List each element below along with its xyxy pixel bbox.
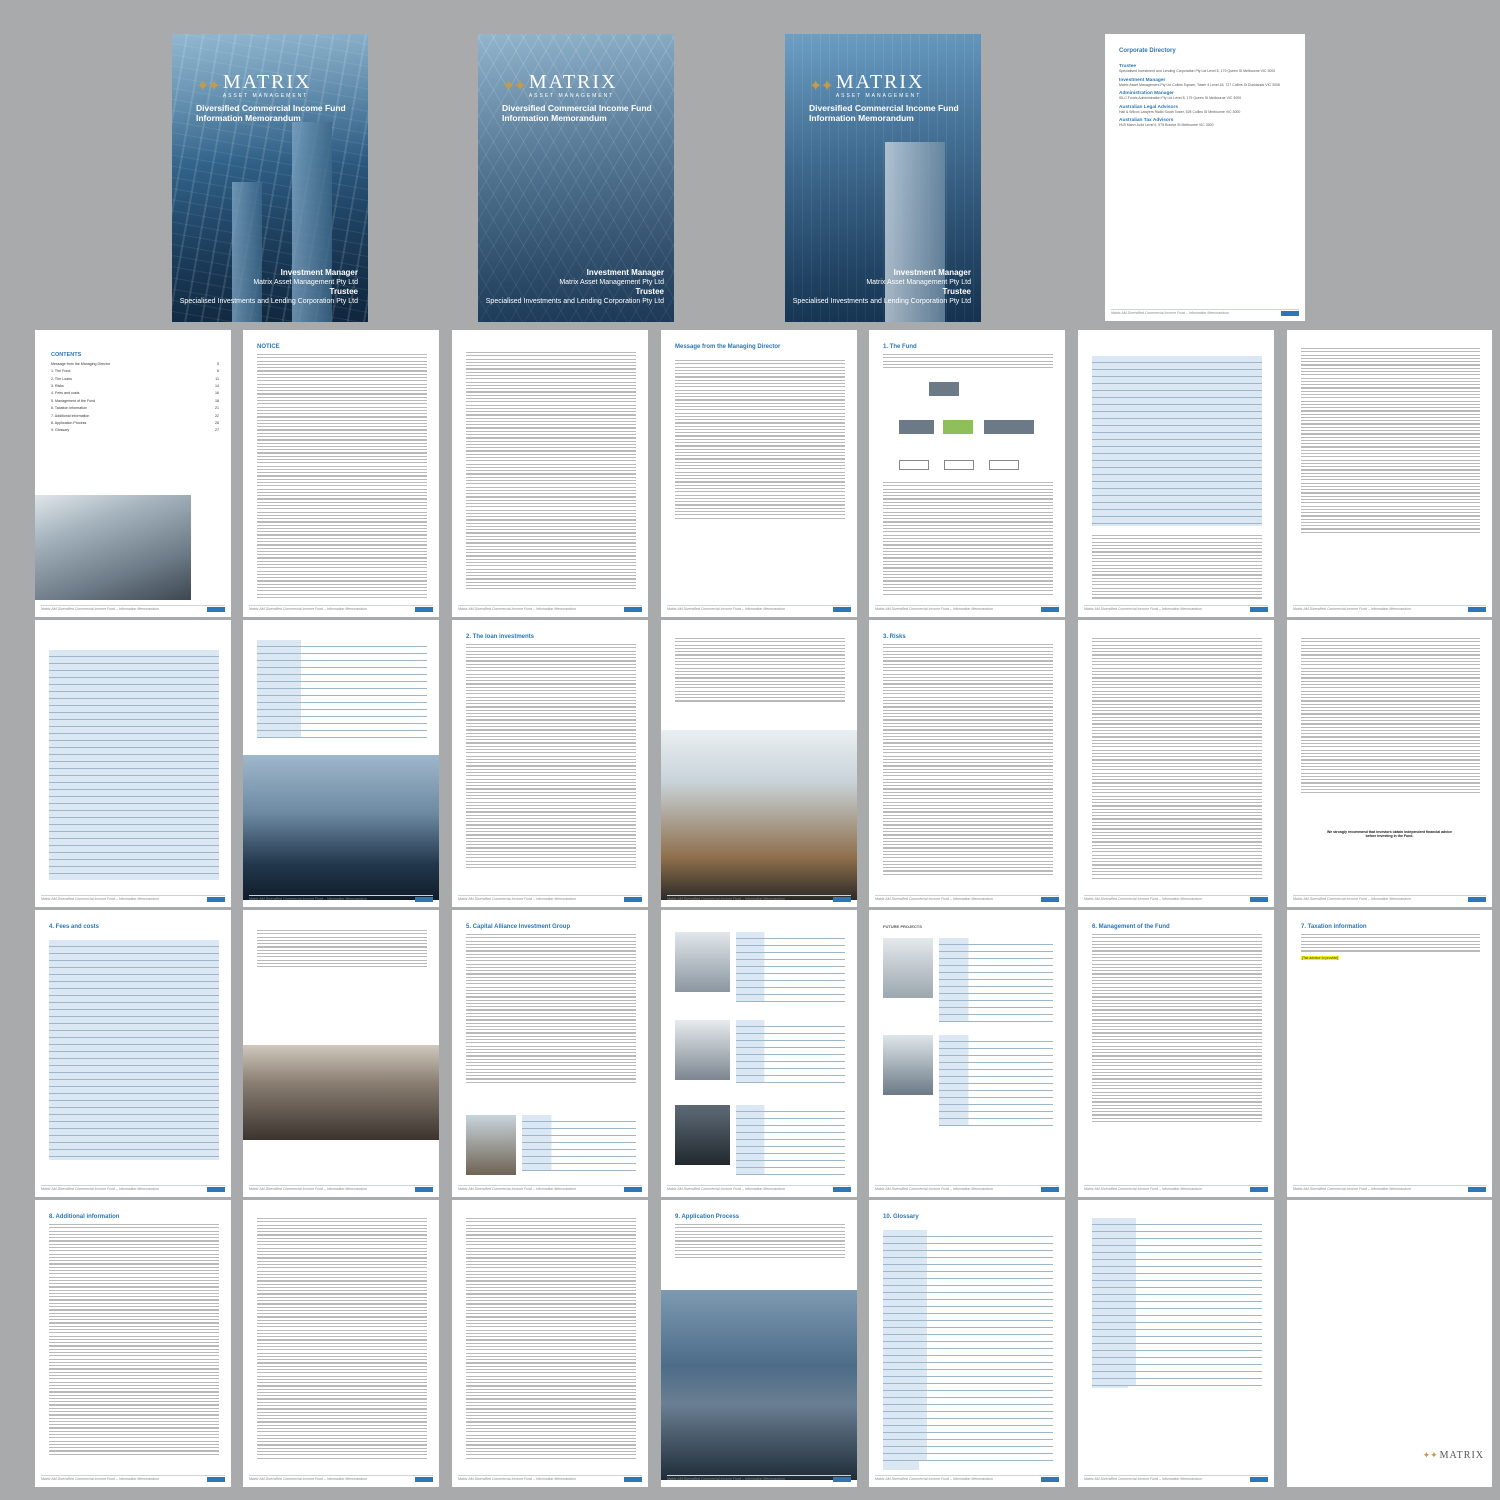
taxation-page: 7. Taxation information [Tax advisor to … xyxy=(1287,910,1492,1197)
fees-page: 4. Fees and costs Matrix AM Diversified … xyxy=(35,910,231,1197)
message-page: Message from the Managing Director Matri… xyxy=(661,330,857,617)
fees-page-2: Matrix AM Diversified Commercial Income … xyxy=(243,910,439,1197)
fund-units-page: Matrix AM Diversified Commercial Income … xyxy=(1078,330,1274,617)
directory-list: Trustee Specialised Investment and Lendin… xyxy=(1119,64,1280,128)
page-title: 4. Fees and costs xyxy=(49,924,100,930)
corporate-directory-page: Corporate Directory Trustee Specialised I… xyxy=(1105,34,1305,321)
logo-mark-icon: ✦✦ xyxy=(196,76,221,95)
page-title: 2. The loan investments xyxy=(466,634,535,640)
page-title: 5. Capital Alliance Investment Group xyxy=(466,924,571,930)
cover-footer: Investment Manager Matrix Asset Managemen… xyxy=(485,268,664,305)
back-cover-page: ✦✦ MATRIX xyxy=(1287,1200,1492,1487)
cover-title: Diversified Commercial Income Fund Infor… xyxy=(502,103,652,123)
management-page: 6. Management of the Fund Matrix AM Dive… xyxy=(1078,910,1274,1197)
cover-page-3: ✦✦ MATRIX ASSET MANAGEMENT Diversified Co… xyxy=(785,34,981,322)
page-title: 8. Additional information xyxy=(49,1214,120,1220)
page-title: 10. Glossary xyxy=(883,1214,919,1220)
tax-advisor-highlight: [Tax advisor to provide] xyxy=(1301,956,1339,960)
page-title: 1. The Fund xyxy=(883,344,917,350)
loans-page: 2. The loan investments Matrix AM Divers… xyxy=(452,620,648,907)
matrix-logo: ✦✦ MATRIX xyxy=(1422,1450,1484,1461)
page-title: 3. Risks xyxy=(883,634,906,640)
page-title: 6. Management of the Fund xyxy=(1092,924,1170,930)
key-features-page: Matrix AM Diversified Commercial Income … xyxy=(35,620,231,907)
matrix-logo: ✦✦ MATRIX ASSET MANAGEMENT xyxy=(196,71,312,99)
contents-page: CONTENTS Message from the Managing Direc… xyxy=(35,330,231,617)
glossary-page-2: Matrix AM Diversified Commercial Income … xyxy=(1078,1200,1274,1487)
additional-info-page: 8. Additional information Matrix AM Dive… xyxy=(35,1200,231,1487)
matrix-logo: ✦✦ MATRIX ASSET MANAGEMENT xyxy=(502,71,618,99)
capital-alliance-page: 5. Capital Alliance Investment Group Mat… xyxy=(452,910,648,1197)
additional-info-page-3: Matrix AM Diversified Commercial Income … xyxy=(452,1200,648,1487)
risks-page-3: We strongly recommend that investors obt… xyxy=(1287,620,1492,907)
page-title: Message from the Managing Director xyxy=(675,344,781,350)
loans-page-2: Matrix AM Diversified Commercial Income … xyxy=(661,620,857,907)
cover-footer: Investment Manager Matrix Asset Managemen… xyxy=(179,268,358,305)
cover-title: Diversified Commercial Income Fund Infor… xyxy=(809,103,959,123)
notice-page-2: Matrix AM Diversified Commercial Income … xyxy=(452,330,648,617)
page-title: FUTURE PROJECTS xyxy=(883,924,922,929)
cover-footer: Investment Manager Matrix Asset Managemen… xyxy=(792,268,971,305)
advice-callout: We strongly recommend that investors obt… xyxy=(1327,830,1452,838)
risks-page-2: Matrix AM Diversified Commercial Income … xyxy=(1078,620,1274,907)
application-process-page: 9. Application Process Matrix AM Diversi… xyxy=(661,1200,857,1487)
logo-mark-icon: ✦✦ xyxy=(1422,1450,1438,1460)
future-projects-page: FUTURE PROJECTS Matrix AM Diversified Co… xyxy=(869,910,1065,1197)
page-title: 9. Application Process xyxy=(675,1214,740,1220)
logo-mark-icon: ✦✦ xyxy=(809,76,834,95)
fund-page: 1. The Fund Matrix AM Diversified Commer… xyxy=(869,330,1065,617)
cover-page-2: ✦✦ MATRIX ASSET MANAGEMENT Diversified Co… xyxy=(478,34,674,322)
cover-page-1: ✦✦ MATRIX ASSET MANAGEMENT Diversified Co… xyxy=(172,34,368,322)
page-title: 7. Taxation information xyxy=(1301,924,1367,930)
cover-title: Diversified Commercial Income Fund Infor… xyxy=(196,103,346,123)
notice-page: NOTICE Matrix AM Diversified Commercial … xyxy=(243,330,439,617)
logo-mark-icon: ✦✦ xyxy=(502,76,527,95)
withdrawal-page: Matrix AM Diversified Commercial Income … xyxy=(1287,330,1492,617)
page-title: Corporate Directory xyxy=(1119,48,1176,54)
projects-page: Matrix AM Diversified Commercial Income … xyxy=(661,910,857,1197)
page-title: NOTICE xyxy=(257,344,280,350)
table-of-contents: CONTENTS Message from the Managing Direc… xyxy=(51,352,219,433)
glossary-page: 10. Glossary Matrix AM Diversified Comme… xyxy=(869,1200,1065,1487)
matrix-logo: ✦✦ MATRIX ASSET MANAGEMENT xyxy=(809,71,925,99)
key-features-page-2: Matrix AM Diversified Commercial Income … xyxy=(243,620,439,907)
risks-page: 3. Risks Matrix AM Diversified Commercia… xyxy=(869,620,1065,907)
additional-info-page-2: Matrix AM Diversified Commercial Income … xyxy=(243,1200,439,1487)
